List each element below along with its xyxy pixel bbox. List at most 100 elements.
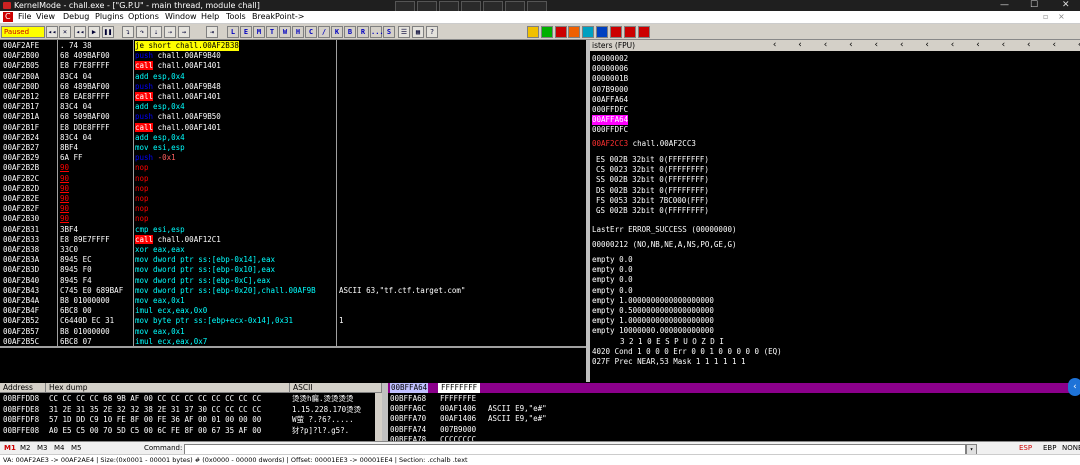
plugin-icon[interactable] bbox=[610, 26, 622, 38]
rewind-icon[interactable]: ◂◂ bbox=[74, 26, 86, 38]
minimize-button[interactable]: — bbox=[1000, 0, 1009, 11]
tb-patches-button[interactable]: / bbox=[318, 26, 330, 38]
maximize-button[interactable]: ☐ bbox=[1030, 0, 1038, 11]
menu-close-icon[interactable]: × bbox=[1058, 11, 1065, 23]
stack-top-row[interactable]: 00BFFA64 FFFFFFFF bbox=[388, 383, 1080, 393]
menu-plugins[interactable]: Plugins bbox=[95, 11, 124, 23]
tb-breakpoints-button[interactable]: B bbox=[344, 26, 356, 38]
disasm-row[interactable]: 00AF2B31 3BF4 cmp esi,esp bbox=[0, 225, 586, 235]
eip-register[interactable]: 00AF2CC3 chall.00AF2CC3 bbox=[592, 139, 696, 149]
open-icon[interactable]: ◂◂ bbox=[46, 26, 58, 38]
esp-button[interactable]: ESP bbox=[1019, 443, 1032, 454]
ebp-button[interactable]: EBP bbox=[1043, 443, 1056, 454]
trace-over-icon[interactable]: ⇢ bbox=[164, 26, 176, 38]
dump-header-ascii[interactable]: ASCII bbox=[290, 383, 382, 393]
segment-register[interactable]: DS 002B 32bit 0(FFFFFFFF) bbox=[596, 186, 709, 196]
dump-header-address[interactable]: Address bbox=[0, 383, 46, 393]
menu-help[interactable]: Help bbox=[201, 11, 219, 23]
execute-till-return-icon[interactable]: → bbox=[178, 26, 190, 38]
menu-view[interactable]: View bbox=[36, 11, 55, 23]
disasm-row[interactable]: 00AF2B3D 8945 F0 mov dword ptr ss:[ebp-0x1… bbox=[0, 265, 586, 275]
tab-m5[interactable]: M5 bbox=[71, 443, 82, 454]
segment-register[interactable]: GS 002B 32bit 0(FFFFFFFF) bbox=[596, 206, 709, 216]
disasm-row[interactable]: 00AF2B0A 83C4 04 add esp,0x4 bbox=[0, 72, 586, 82]
menu-window[interactable]: Window bbox=[165, 11, 197, 23]
segment-register[interactable]: CS 0023 32bit 0(FFFFFFFF) bbox=[596, 165, 709, 175]
plugin-icon[interactable] bbox=[624, 26, 636, 38]
fpu-register[interactable]: empty 0.0 bbox=[592, 255, 633, 265]
register-value[interactable]: 00AFFA64 bbox=[592, 95, 628, 105]
dump-row[interactable]: 00BFFE08 A0 E5 C5 00 70 5D C5 00 6C FE 8F… bbox=[0, 426, 382, 436]
disasm-row[interactable]: 00AF2B33 E8 89E7FFFF call chall.00AF12C1 bbox=[0, 234, 586, 245]
tb-references-button[interactable]: R bbox=[357, 26, 369, 38]
plugin-icon[interactable] bbox=[568, 26, 580, 38]
dump-header-hex[interactable]: Hex dump bbox=[46, 383, 290, 393]
disasm-row[interactable]: 00AF2B17 83C4 04 add esp,0x4 bbox=[0, 102, 586, 112]
fpu-register[interactable]: empty 10000000.000000000000 bbox=[592, 326, 714, 336]
menu-breakpoint[interactable]: BreakPoint-> bbox=[252, 11, 305, 23]
close-button[interactable]: ✕ bbox=[1062, 0, 1070, 11]
disasm-row[interactable]: 00AF2B1F E8 DDE8FFFF call chall.00AF1401 bbox=[0, 122, 586, 133]
disasm-row[interactable]: 00AF2B40 8945 F4 mov dword ptr ss:[ebp-0xC… bbox=[0, 276, 586, 286]
fpu-register[interactable]: empty 1.0000000000000000000 bbox=[592, 296, 714, 306]
menu-debug[interactable]: Debug bbox=[63, 11, 89, 23]
menu-restore-icon[interactable]: ▫ bbox=[1043, 11, 1048, 23]
tab-m4[interactable]: M4 bbox=[54, 443, 65, 454]
grid-icon[interactable]: ▦ bbox=[412, 26, 424, 38]
cpu-pane[interactable]: 00AF2AFE. 74 38 je short chall.00AF2B38 00… bbox=[0, 40, 586, 346]
disasm-row[interactable]: 00AF2B43 C745 E0 689BAF mov dword ptr ss:[… bbox=[0, 286, 586, 296]
column-separator[interactable] bbox=[336, 40, 337, 346]
pane-splitter[interactable] bbox=[0, 346, 586, 348]
stack-row[interactable]: 00BFFA74 007B9000 bbox=[388, 425, 1080, 435]
disasm-row[interactable]: 00AF2B52 C6440D EC 31 mov byte ptr ss:[ebp… bbox=[0, 316, 586, 326]
register-value[interactable]: 00AFFA64 bbox=[592, 115, 629, 126]
stack-pane[interactable]: 00BFFA64 FFFFFFFF 00BFFA68 FFFFFFFE 00BFFA… bbox=[388, 383, 1080, 441]
segment-register[interactable]: FS 0053 32bit 7BC000(FFF) bbox=[596, 196, 709, 206]
disasm-row[interactable]: 00AF2B57 B8 01000000 mov eax,0x1 bbox=[0, 327, 586, 337]
dump-row[interactable]: 00BFFDD8 CC CC CC CC 68 9B AF 00 CC CC CC… bbox=[0, 394, 382, 404]
disasm-row[interactable]: 00AF2B38 33C0 xor eax,eax bbox=[0, 245, 586, 255]
menu-file[interactable]: File bbox=[18, 11, 31, 23]
stack-row[interactable]: 00BFFA68 FFFFFFFE bbox=[388, 394, 1080, 404]
disasm-row[interactable]: 00AF2AFE . 74 38 je short chall.00AF2B38 bbox=[0, 41, 586, 51]
menu-options[interactable]: Options bbox=[128, 11, 159, 23]
register-value[interactable]: 000FFDFC bbox=[592, 125, 628, 135]
dump-pane[interactable]: Address Hex dump ASCII 00BFFDD8 CC CC CC … bbox=[0, 383, 382, 441]
column-separator[interactable] bbox=[133, 40, 134, 346]
register-value[interactable]: 0000001B bbox=[592, 74, 628, 84]
tb-handles-button[interactable]: H bbox=[292, 26, 304, 38]
disasm-row[interactable]: 00AF2B29 6A FF push -0x1 bbox=[0, 153, 586, 163]
register-value[interactable]: 00000002 bbox=[592, 54, 628, 64]
plugin-icon[interactable] bbox=[555, 26, 567, 38]
step-over-icon[interactable]: ↷ bbox=[136, 26, 148, 38]
plugin-icon[interactable] bbox=[582, 26, 594, 38]
dump-row[interactable]: 00BFFDE8 31 2E 31 35 2E 32 32 38 2E 31 37… bbox=[0, 405, 382, 415]
tab-m3[interactable]: M3 bbox=[37, 443, 48, 454]
tb-callstack-button[interactable]: K bbox=[331, 26, 343, 38]
disasm-row[interactable]: 00AF2B24 83C4 04 add esp,0x4 bbox=[0, 133, 586, 143]
column-separator[interactable] bbox=[57, 40, 58, 346]
disasm-row[interactable]: 00AF2B05 E8 F7E8FFFF call chall.00AF1401 bbox=[0, 61, 586, 71]
fpu-register[interactable]: empty 0.0 bbox=[592, 265, 633, 275]
tb-cpu-button[interactable]: C bbox=[305, 26, 317, 38]
fpu-register[interactable]: empty 0.0 bbox=[592, 286, 633, 296]
dump-row[interactable]: 00BFFDF8 57 1D DD C9 10 FE 8F 00 FE 36 AF… bbox=[0, 415, 382, 425]
pause-icon[interactable]: ❚❚ bbox=[102, 26, 114, 38]
eflags-value[interactable]: 00000212 (NO,NB,NE,A,NS,PO,GE,G) bbox=[592, 240, 737, 250]
disasm-row[interactable]: 00AF2B2D 90 nop bbox=[0, 184, 586, 194]
close-file-icon[interactable]: × bbox=[59, 26, 71, 38]
disasm-row[interactable]: 00AF2B0D 68 489BAF00 push chall.00AF9B48 bbox=[0, 82, 586, 92]
menu-tools[interactable]: Tools bbox=[226, 11, 246, 23]
disasm-row[interactable]: 00AF2B12 E8 EAE8FFFF call chall.00AF1401 bbox=[0, 92, 586, 102]
tb-source-button[interactable]: S bbox=[383, 26, 395, 38]
menu-app-icon[interactable]: C bbox=[3, 12, 13, 22]
tab-m2[interactable]: M2 bbox=[20, 443, 31, 454]
plugin-icon[interactable] bbox=[541, 26, 553, 38]
register-value[interactable]: 00000006 bbox=[592, 64, 628, 74]
disasm-row[interactable]: 00AF2B5C 6BC8 07 imul ecx,eax,0x7 bbox=[0, 337, 586, 346]
register-nav-arrows[interactable]: ‹‹‹‹‹‹‹‹‹‹‹‹‹ bbox=[772, 40, 1080, 51]
disasm-row[interactable]: 00AF2B4A B8 01000000 mov eax,0x1 bbox=[0, 296, 586, 306]
segment-register[interactable]: SS 002B 32bit 0(FFFFFFFF) bbox=[596, 175, 709, 185]
fpu-register[interactable]: empty 0.0 bbox=[592, 275, 633, 285]
stack-row[interactable]: 00BFFA70 00AF1406 ASCII E9,"e#" bbox=[388, 414, 1080, 424]
